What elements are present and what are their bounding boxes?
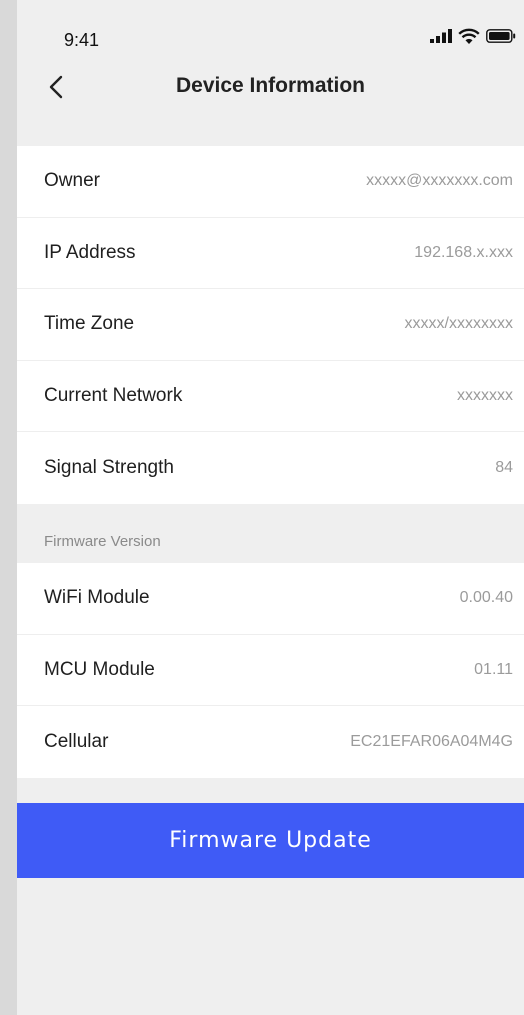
device-information-screen: 9:41 Device Information Owner xxxxx@xxxx… [17,0,524,1015]
row-value: 01.11 [474,660,513,678]
info-row-time-zone: Time Zone xxxxx/xxxxxxxx [17,289,524,361]
info-row-owner: Owner xxxxx@xxxxxxx.com [17,146,524,218]
row-value: xxxxx@xxxxxxx.com [366,172,513,190]
row-value: 192.168.x.xxx [414,243,513,261]
status-icons [430,28,516,44]
row-label: Signal Strength [44,456,174,478]
navigation-bar: Device Information [17,62,524,112]
battery-icon [486,29,516,43]
device-info-list: Owner xxxxx@xxxxxxx.com IP Address 192.1… [17,146,524,504]
firmware-row-wifi-module: WiFi Module 0.00.40 [17,563,524,635]
wifi-icon [458,28,480,44]
row-value: xxxxxxx [457,386,513,404]
firmware-section-header: Firmware Version [44,533,161,550]
info-row-ip-address: IP Address 192.168.x.xxx [17,218,524,289]
row-label: IP Address [44,241,136,263]
row-label: Owner [44,170,100,192]
row-value: 0.00.40 [459,589,513,607]
row-value: xxxxx/xxxxxxxx [404,315,513,333]
row-value: EC21EFAR06A04M4G [350,732,513,750]
page-title: Device Information [175,74,366,97]
signal-icon [430,29,452,43]
firmware-row-cellular: Cellular EC21EFAR06A04M4G [17,706,524,778]
firmware-version-list: WiFi Module 0.00.40 MCU Module 01.11 Cel… [17,563,524,778]
row-label: Current Network [44,384,183,406]
info-row-signal-strength: Signal Strength 84 [17,432,524,504]
row-label: MCU Module [44,658,155,680]
row-value: 84 [495,458,513,476]
status-time: 9:41 [64,30,100,50]
row-label: Cellular [44,730,109,752]
row-label: WiFi Module [44,587,150,609]
info-row-current-network: Current Network xxxxxxx [17,361,524,432]
firmware-update-button[interactable]: Firmware Update [17,803,524,878]
row-label: Time Zone [44,313,135,335]
status-bar: 9:41 [17,0,524,62]
firmware-row-mcu-module: MCU Module 01.11 [17,635,524,706]
